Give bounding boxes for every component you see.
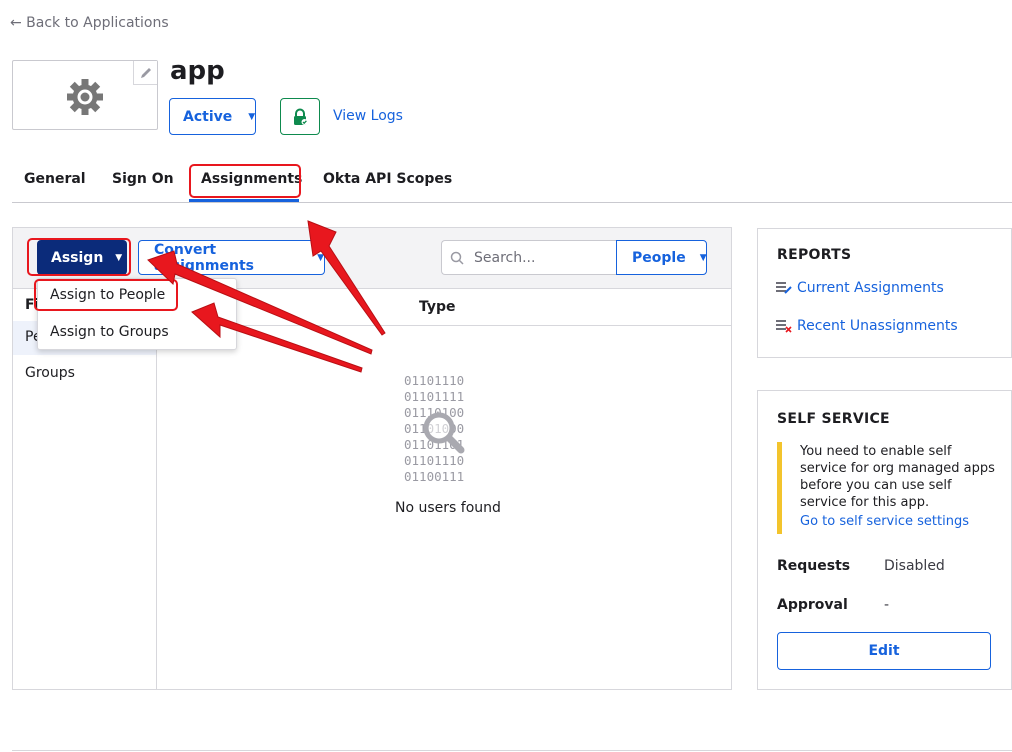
- notice-bar: [777, 442, 782, 534]
- page-bottom-divider: [12, 750, 1012, 751]
- caret-down-icon: ▼: [317, 252, 324, 263]
- lock-icon: [294, 108, 308, 125]
- edit-self-service-button[interactable]: Edit: [777, 632, 991, 670]
- tabs-divider: [12, 202, 1012, 203]
- self-service-notice: You need to enable self service for org …: [800, 444, 995, 510]
- empty-state-text: No users found: [395, 500, 501, 516]
- tab-okta-api-scopes[interactable]: Okta API Scopes: [323, 171, 452, 187]
- status-label: Active: [183, 108, 233, 125]
- current-assignments-link[interactable]: Current Assignments: [797, 280, 944, 296]
- approval-value: -: [884, 597, 890, 613]
- people-filter-dropdown[interactable]: People ▼: [616, 240, 707, 275]
- search-placeholder: Search...: [474, 249, 536, 266]
- requests-label: Requests: [777, 558, 851, 574]
- annotation-box-assign-to-people: [34, 279, 178, 311]
- caret-down-icon: ▼: [248, 111, 256, 122]
- filter-item-groups[interactable]: Groups: [25, 365, 75, 381]
- convert-label: Convert assignments: [154, 241, 254, 274]
- app-title: app: [170, 56, 225, 86]
- recent-unassignments-link[interactable]: Recent Unassignments: [797, 318, 958, 334]
- tab-general[interactable]: General: [24, 171, 86, 187]
- tab-sign-on[interactable]: Sign On: [112, 171, 174, 187]
- self-service-title: SELF SERVICE: [777, 411, 890, 427]
- requests-value: Disabled: [884, 558, 945, 574]
- self-service-settings-link[interactable]: Go to self service settings: [800, 514, 969, 529]
- menu-item-assign-to-groups[interactable]: Assign to Groups: [50, 324, 169, 340]
- edit-logo-button[interactable]: [133, 61, 157, 85]
- pencil-icon: [140, 67, 151, 78]
- back-to-applications-link[interactable]: ← Back to Applications: [10, 15, 169, 31]
- search-input[interactable]: Search...: [441, 240, 617, 275]
- view-logs-link[interactable]: View Logs: [333, 108, 403, 124]
- approval-label: Approval: [777, 597, 848, 613]
- status-dropdown[interactable]: Active ▼: [169, 98, 256, 135]
- annotation-box-assign-button: [27, 238, 131, 276]
- magnifier-icon: [423, 412, 465, 454]
- convert-assignments-button[interactable]: Convert assignments ▼: [138, 240, 325, 275]
- report-icon: [776, 282, 792, 294]
- reports-title: REPORTS: [777, 247, 852, 263]
- report-unassign-icon: [776, 320, 792, 333]
- annotation-box-assignments-tab: [189, 164, 301, 198]
- column-header-type: Type: [419, 299, 456, 315]
- search-icon: [450, 251, 464, 265]
- table-header-divider: [157, 325, 731, 326]
- active-tab-indicator: [189, 199, 299, 202]
- people-filter-label: People: [632, 249, 686, 266]
- provisioning-button[interactable]: [280, 98, 320, 135]
- caret-down-icon: ▼: [699, 252, 707, 263]
